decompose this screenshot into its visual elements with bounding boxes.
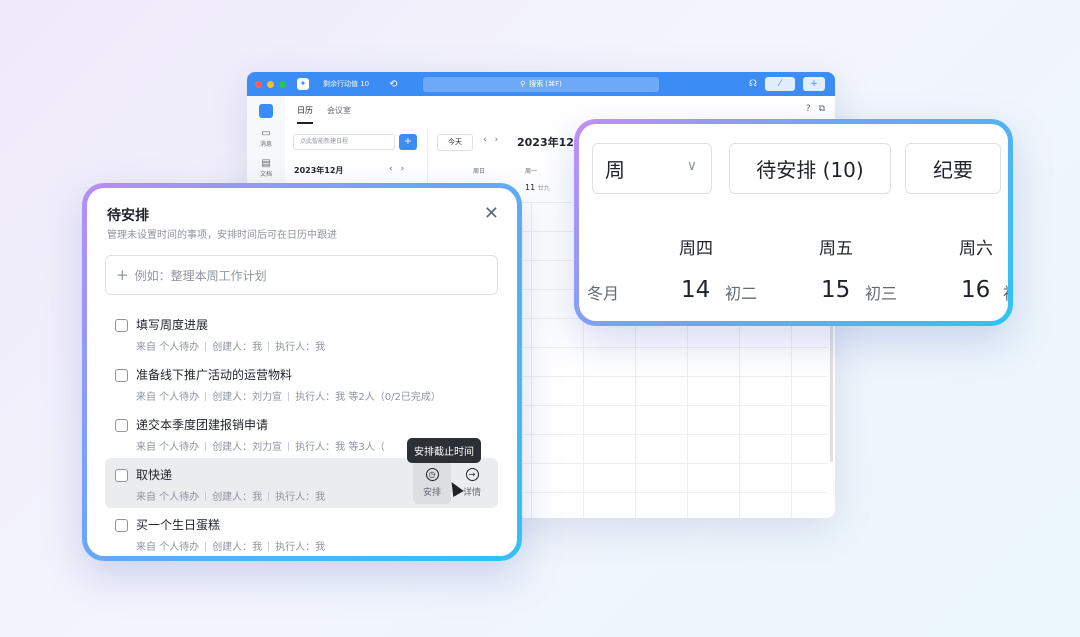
pending-panel-frame: 待安排 管理未设置时间的事项，安排时间后可在日历中跟进 ✕ + 例如：整理本周工…	[82, 183, 522, 561]
task-meta: 来自 个人待办 创建人：刘力宣 执行人：我 等3人（	[136, 442, 385, 453]
task-title: 填写周度进展	[136, 318, 209, 332]
add-event-button[interactable]: +	[399, 134, 417, 150]
calendar-nav-arrows[interactable]: ‹›	[483, 135, 506, 145]
maximize-window-button[interactable]	[279, 80, 286, 88]
pending-panel: 待安排 管理未设置时间的事项，安排时间后可在日历中跟进 ✕ + 例如：整理本周工…	[87, 188, 517, 556]
task-item[interactable]: 填写周度进展 来自 个人待办 创建人：我 执行人：我	[105, 308, 498, 358]
lunar-date: 初三	[865, 284, 898, 303]
message-icon: ▭	[261, 128, 271, 139]
close-window-button[interactable]	[255, 80, 262, 88]
panel-title: 待安排	[107, 208, 149, 224]
tab-bar: 日历 会议室	[297, 105, 351, 124]
help-icon[interactable]: ?	[806, 104, 811, 114]
date-number: 14	[681, 277, 711, 303]
task-item-hovered[interactable]: 取快递 来自 个人待办 创建人：我 执行人：我 ◷ 安排 → 详情	[105, 458, 498, 508]
close-icon[interactable]: ✕	[484, 205, 499, 223]
document-icon: ▤	[261, 158, 271, 169]
scrollbar[interactable]	[830, 312, 833, 462]
task-title: 买一个生日蛋糕	[136, 518, 221, 532]
task-meta: 来自 个人待办 创建人：我 执行人：我	[136, 342, 326, 353]
date-cell-mon: 11 廿九	[525, 183, 550, 192]
add-button[interactable]: +	[803, 77, 825, 91]
task-meta: 来自 个人待办 创建人：刘力宣 执行人：我 等2人（0/2已完成）	[136, 392, 441, 403]
tab-calendar[interactable]: 日历	[297, 105, 313, 124]
zoomed-calendar-header: 周 ∨ 待安排 (10) 纪要 周四 周五 周六 冬月 14 初二 15 初三 …	[579, 124, 1008, 321]
task-title: 取快递	[136, 468, 173, 482]
vitality-indicator: 剩余行动值 10	[323, 80, 370, 88]
search-icon: ⚲	[520, 80, 526, 88]
chevron-down-icon: ∨	[686, 158, 697, 174]
weekday-header-fri: 周五	[819, 239, 853, 259]
zoomed-header-frame: 周 ∨ 待安排 (10) 纪要 周四 周五 周六 冬月 14 初二 15 初三 …	[574, 119, 1013, 326]
date-number: 15	[821, 277, 851, 303]
task-checkbox[interactable]	[115, 319, 128, 332]
plus-icon: +	[116, 266, 129, 284]
task-checkbox[interactable]	[115, 369, 128, 382]
pending-button[interactable]: 待安排 (10)	[729, 143, 891, 194]
today-button[interactable]: 今天	[437, 134, 473, 151]
task-item[interactable]: 准备线下推广活动的运营物料 来自 个人待办 创建人：刘力宣 执行人：我 等2人（0/…	[105, 358, 498, 408]
weekday-header-thu: 周四	[679, 239, 713, 259]
lunar-date: 初二	[725, 284, 758, 303]
panel-subtitle: 管理未设置时间的事项，安排时间后可在日历中跟进	[107, 230, 337, 241]
task-title: 递交本季度团建报销申请	[136, 418, 269, 432]
mini-calendar-month: 2023年12月	[294, 166, 344, 175]
task-checkbox[interactable]	[115, 469, 128, 482]
title-bar: ✦ 剩余行动值 10 ⟲ ⚲ 搜索 (⌘F) ☊ ⁄ +	[247, 72, 835, 96]
minimize-window-button[interactable]	[267, 80, 274, 88]
workspace-logo-icon[interactable]	[259, 104, 273, 118]
schedule-button[interactable]: ◷ 安排	[413, 462, 451, 504]
weekday-header-mon: 周一	[525, 168, 538, 175]
date-number: 16	[961, 277, 991, 303]
history-icon[interactable]: ⟲	[389, 79, 397, 90]
smart-schedule-input[interactable]: 点此智能新建日程	[293, 134, 395, 150]
task-item[interactable]: 买一个生日蛋糕 来自 个人待办 创建人：我 执行人：我	[105, 508, 498, 556]
smart-create-button[interactable]: ⁄	[765, 77, 795, 91]
task-meta: 来自 个人待办 创建人：我 执行人：我	[136, 542, 326, 553]
task-checkbox[interactable]	[115, 419, 128, 432]
tab-meeting-room[interactable]: 会议室	[327, 105, 351, 124]
search-input[interactable]: ⚲ 搜索 (⌘F)	[423, 76, 659, 92]
sidebar-item-messages[interactable]: ▭ 消息	[247, 128, 285, 148]
sidebar-item-docs[interactable]: ▤ 文档	[247, 158, 285, 178]
lunar-month-label: 冬月	[587, 284, 620, 303]
headset-icon[interactable]: ☊	[749, 79, 757, 89]
task-checkbox[interactable]	[115, 519, 128, 532]
mini-calendar-nav[interactable]: ‹›	[389, 164, 412, 174]
new-task-input[interactable]: + 例如：整理本周工作计划	[105, 255, 498, 295]
weekday-header-sat: 周六	[959, 239, 993, 259]
view-mode-select[interactable]: 周 ∨	[592, 143, 712, 194]
settings-icon[interactable]: ⧉	[819, 104, 825, 114]
arrow-right-icon: →	[465, 468, 479, 481]
schedule-tooltip: 安排截止时间	[407, 438, 481, 463]
clock-icon: ◷	[425, 468, 439, 481]
app-logo-icon: ✦	[297, 78, 309, 90]
weekday-header-sun: 周日	[473, 168, 486, 175]
task-meta: 来自 个人待办 创建人：我 执行人：我	[136, 492, 326, 503]
minutes-button[interactable]: 纪要	[905, 143, 1001, 194]
lunar-date: 初	[1003, 280, 1008, 304]
task-title: 准备线下推广活动的运营物料	[136, 368, 293, 382]
